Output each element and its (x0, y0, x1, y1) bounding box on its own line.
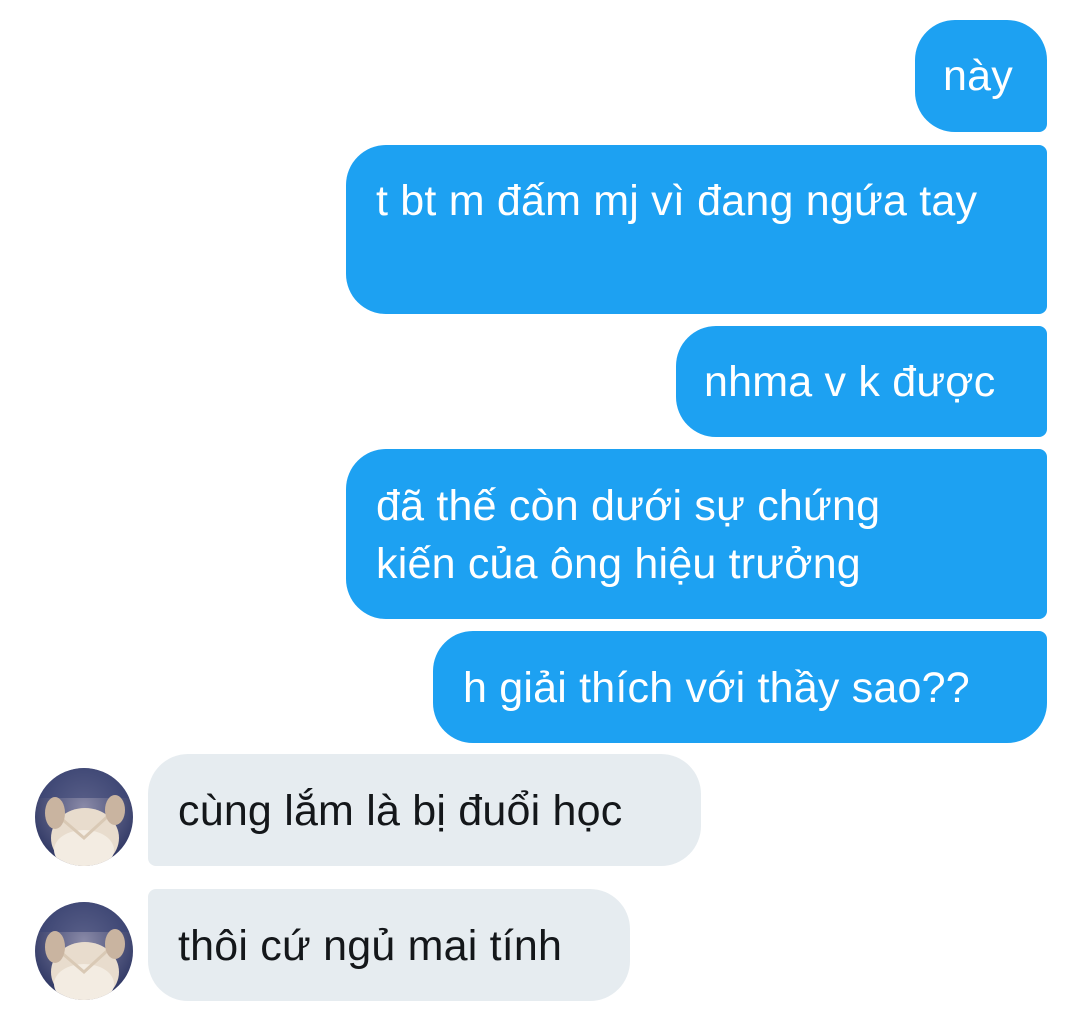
avatar[interactable] (35, 768, 133, 866)
message-text: h giải thích với thầy sao?? (463, 664, 970, 712)
message-text: t bt m đấm mj vì đang ngứa tay (376, 177, 978, 225)
message-bubble-received[interactable]: thôi cứ ngủ mai tính (148, 889, 630, 1001)
message-bubble-sent[interactable]: nhma v k được (676, 326, 1047, 437)
message-bubble-sent[interactable]: t bt m đấm mj vì đang ngứa tay (346, 145, 1047, 314)
message-text: đã thế còn dưới sự chứng kiến của ông hi… (376, 482, 881, 588)
message-text: nhma v k được (704, 358, 996, 406)
message-text: cùng lắm là bị đuổi học (178, 787, 623, 835)
message-bubble-sent[interactable]: đã thế còn dưới sự chứng kiến của ông hi… (346, 449, 1047, 619)
message-text: thôi cứ ngủ mai tính (178, 922, 563, 970)
message-bubble-received[interactable]: cùng lắm là bị đuổi học (148, 754, 701, 866)
avatar-photo-icon (35, 902, 133, 1000)
message-bubble-sent[interactable]: h giải thích với thầy sao?? (433, 631, 1047, 743)
conversation-thread: này t bt m đấm mj vì đang ngứa tay nhma … (0, 0, 1080, 1027)
message-bubble-sent[interactable]: này (915, 20, 1047, 132)
avatar[interactable] (35, 902, 133, 1000)
avatar-photo-icon (35, 768, 133, 866)
message-text: này (943, 52, 1013, 100)
